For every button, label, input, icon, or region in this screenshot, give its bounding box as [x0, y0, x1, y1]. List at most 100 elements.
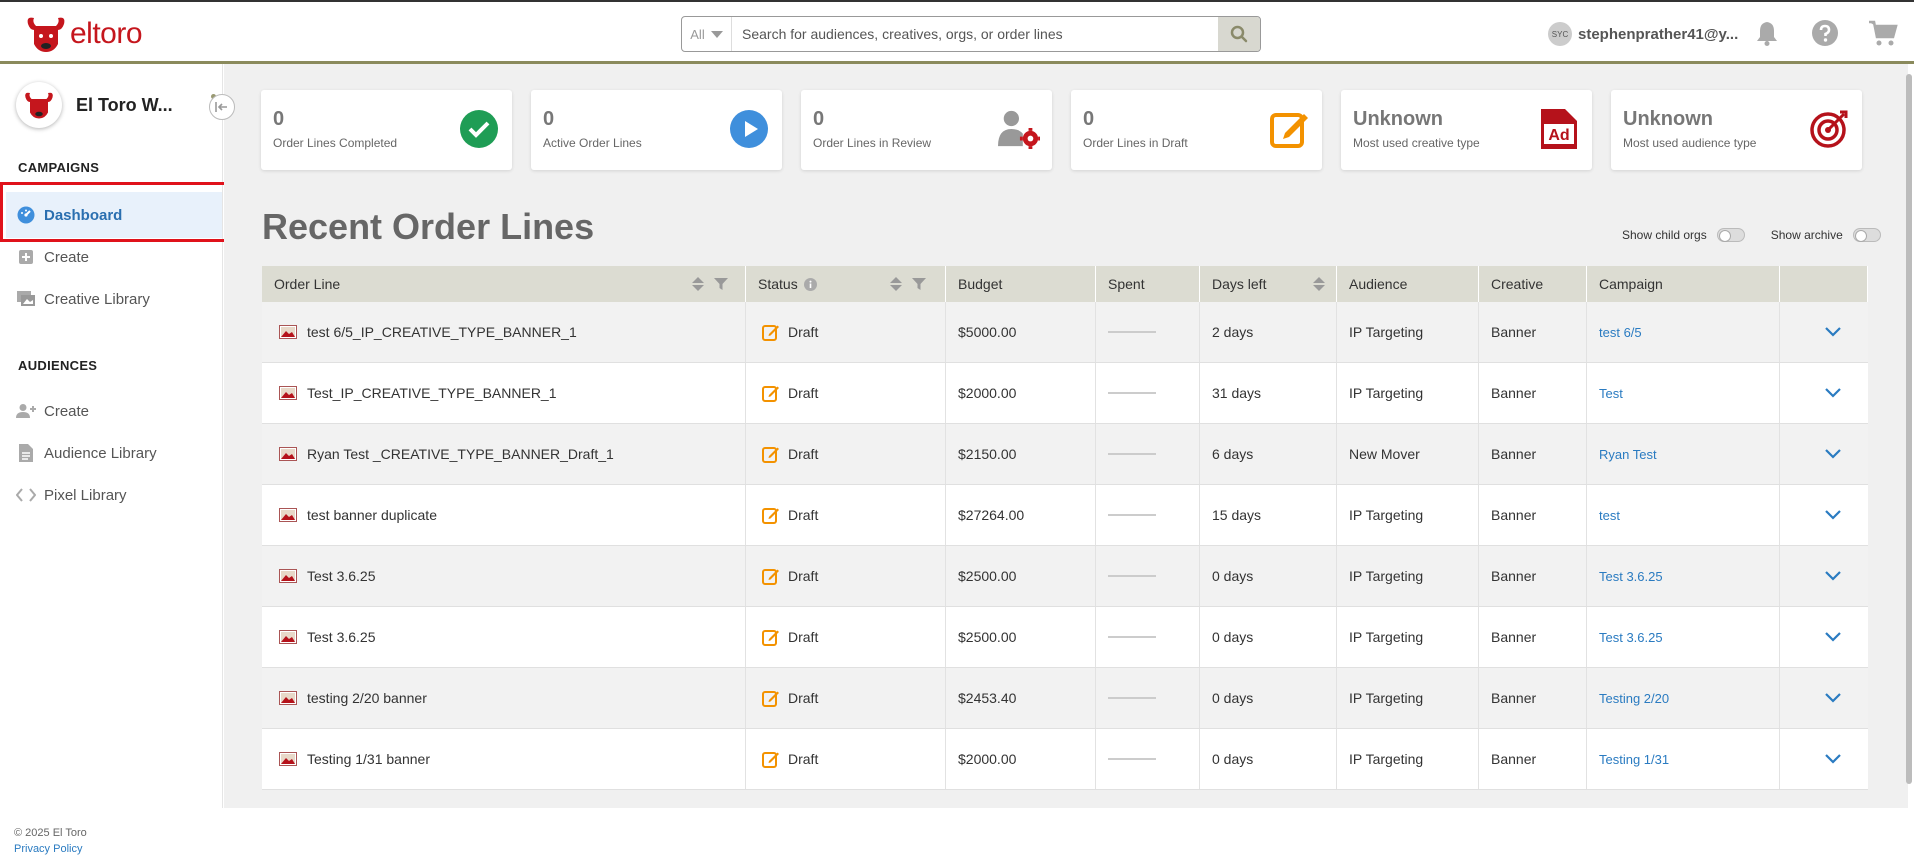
search-button[interactable]: [1218, 17, 1260, 51]
notifications-button[interactable]: [1752, 18, 1782, 48]
status-text: Draft: [788, 690, 819, 706]
images-icon: [16, 289, 36, 309]
filter-icon[interactable]: [714, 278, 728, 290]
collapse-sidebar-button[interactable]: [209, 94, 235, 120]
table-row[interactable]: test banner duplicate Draft $27264.00 15 da…: [262, 485, 1868, 546]
bull-logo-icon: [27, 17, 65, 53]
campaign-link[interactable]: Test 3.6.25: [1599, 569, 1663, 584]
sidebar-item-create-audience[interactable]: Create: [6, 388, 222, 434]
logo[interactable]: eltoro: [24, 12, 143, 56]
show-archive-label: Show archive: [1770, 228, 1843, 242]
table-row[interactable]: Test 3.6.25 Draft $2500.00 0 days IP Targeti…: [262, 607, 1868, 668]
stat-label: Order Lines in Draft: [1083, 136, 1188, 150]
expand-row-button[interactable]: [1822, 443, 1844, 465]
order-line-cell[interactable]: Test 3.6.25: [262, 546, 746, 606]
scrollbar-thumb[interactable]: [1906, 74, 1912, 784]
spent-empty-bar: [1108, 514, 1156, 516]
table-row[interactable]: Test 3.6.25 Draft $2500.00 0 days IP Targeti…: [262, 546, 1868, 607]
expand-row-button[interactable]: [1822, 321, 1844, 343]
budget-value: $27264.00: [958, 507, 1025, 523]
sidebar-item-creative-library[interactable]: Creative Library: [6, 276, 222, 322]
org-switcher[interactable]: El Toro W...: [16, 80, 216, 130]
expand-row-button[interactable]: [1822, 565, 1844, 587]
campaign-link[interactable]: Test 3.6.25: [1599, 630, 1663, 645]
days-left-cell: 0 days: [1200, 546, 1337, 606]
creative-value: Banner: [1491, 446, 1537, 462]
table-row[interactable]: Ryan Test _CREATIVE_TYPE_BANNER_Draft_1 D…: [262, 424, 1868, 485]
order-line-cell[interactable]: Ryan Test _CREATIVE_TYPE_BANNER_Draft_1: [262, 424, 746, 484]
privacy-policy-link[interactable]: Privacy Policy: [14, 841, 87, 857]
stat-label: Active Order Lines: [543, 136, 642, 150]
creative-cell: Banner: [1479, 302, 1587, 362]
table-row[interactable]: Test_IP_CREATIVE_TYPE_BANNER_1 Draft $2000…: [262, 363, 1868, 424]
budget-cell: $2500.00: [946, 607, 1096, 667]
order-line-cell[interactable]: Test_IP_CREATIVE_TYPE_BANNER_1: [262, 363, 746, 423]
spent-empty-bar: [1108, 758, 1156, 760]
info-icon[interactable]: [803, 277, 817, 291]
campaign-link[interactable]: Testing 2/20: [1599, 691, 1669, 706]
audience-value: New Mover: [1349, 446, 1420, 462]
column-header-campaign[interactable]: Campaign: [1587, 266, 1780, 302]
image-icon: [279, 325, 297, 339]
show-archive-toggle[interactable]: [1852, 228, 1881, 242]
table-row[interactable]: Testing 1/31 banner Draft $2000.00 0 days IP…: [262, 729, 1868, 790]
column-header-days-left[interactable]: Days left: [1200, 266, 1337, 302]
sidebar-item-dashboard[interactable]: Dashboard: [0, 182, 227, 242]
expand-row-button[interactable]: [1822, 504, 1844, 526]
order-line-cell[interactable]: Test 3.6.25: [262, 607, 746, 667]
campaign-cell: test: [1587, 485, 1780, 545]
sidebar-item-pixel-library[interactable]: Pixel Library: [6, 472, 222, 518]
order-line-name: test 6/5_IP_CREATIVE_TYPE_BANNER_1: [307, 324, 577, 340]
order-line-cell[interactable]: test banner duplicate: [262, 485, 746, 545]
user-menu[interactable]: SYC stephenprather41@y...: [1548, 22, 1738, 46]
sort-icon[interactable]: [692, 277, 704, 291]
chevron-down-icon: [710, 30, 723, 38]
stat-value: Unknown: [1353, 108, 1443, 130]
column-header-status[interactable]: Status: [746, 266, 946, 302]
sort-icon[interactable]: [890, 277, 902, 291]
campaign-link[interactable]: Ryan Test: [1599, 447, 1657, 462]
sidebar-item-create-campaign[interactable]: Create: [6, 234, 222, 280]
campaign-link[interactable]: Testing 1/31: [1599, 752, 1669, 767]
spent-cell: [1096, 607, 1200, 667]
cart-button[interactable]: [1868, 18, 1898, 48]
order-line-cell[interactable]: testing 2/20 banner: [262, 668, 746, 728]
sort-icon[interactable]: [1313, 277, 1325, 291]
expand-row-button[interactable]: [1822, 382, 1844, 404]
expand-row-button[interactable]: [1822, 687, 1844, 709]
order-line-cell[interactable]: test 6/5_IP_CREATIVE_TYPE_BANNER_1: [262, 302, 746, 362]
sidebar-item-label: Creative Library: [44, 290, 150, 308]
image-icon: [279, 386, 297, 400]
campaign-link[interactable]: test: [1599, 508, 1620, 523]
table-row[interactable]: testing 2/20 banner Draft $2453.40 0 days IP…: [262, 668, 1868, 729]
filter-icon[interactable]: [912, 278, 926, 290]
column-header-audience[interactable]: Audience: [1337, 266, 1479, 302]
scrollbar[interactable]: [1904, 66, 1914, 806]
creative-cell: Banner: [1479, 729, 1587, 789]
campaign-link[interactable]: test 6/5: [1599, 325, 1642, 340]
sidebar-item-audience-library[interactable]: Audience Library: [6, 430, 222, 476]
column-header-creative[interactable]: Creative: [1479, 266, 1587, 302]
status-text: Draft: [788, 629, 819, 645]
org-name: El Toro W...: [76, 94, 173, 115]
table-row[interactable]: test 6/5_IP_CREATIVE_TYPE_BANNER_1 Draft $…: [262, 302, 1868, 363]
show-child-orgs-toggle[interactable]: [1716, 228, 1745, 242]
order-line-cell[interactable]: Testing 1/31 banner: [262, 729, 746, 789]
column-header-budget[interactable]: Budget: [946, 266, 1096, 302]
expand-row-button[interactable]: [1822, 748, 1844, 770]
days-left-cell: 2 days: [1200, 302, 1337, 362]
spent-empty-bar: [1108, 453, 1156, 455]
check-circle-icon: [458, 108, 500, 150]
column-header-order-line[interactable]: Order Line: [262, 266, 746, 302]
search-input[interactable]: [732, 17, 1218, 51]
search-scope-select[interactable]: All: [682, 17, 732, 51]
stat-card-active: 0 Active Order Lines: [531, 90, 782, 170]
expand-row-button[interactable]: [1822, 626, 1844, 648]
stat-card-review: 0 Order Lines in Review: [801, 90, 1052, 170]
edit-icon: [1268, 108, 1310, 150]
campaign-link[interactable]: Test: [1599, 386, 1623, 401]
brand-name: eltoro: [70, 17, 143, 50]
help-button[interactable]: [1810, 18, 1840, 48]
table-header: Order Line Status Budget Spent Days left…: [262, 266, 1868, 302]
column-header-spent[interactable]: Spent: [1096, 266, 1200, 302]
